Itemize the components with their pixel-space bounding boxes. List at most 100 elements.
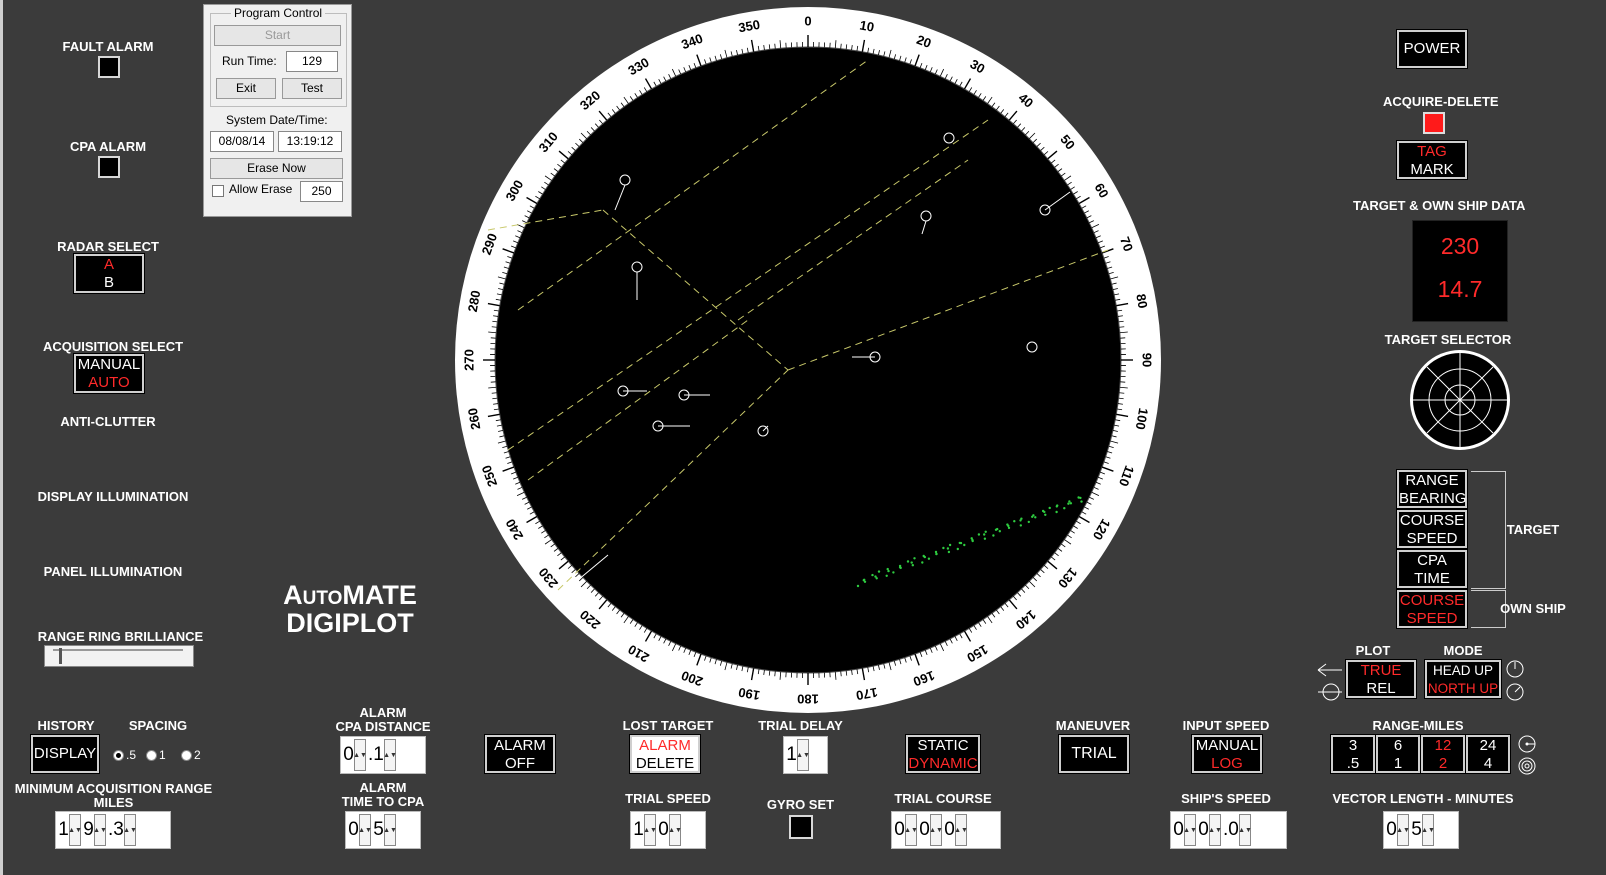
spin-arrows[interactable]: ▲▼ [796,739,810,771]
lost-target-button[interactable]: ALARM DELETE [630,735,700,773]
fault-alarm-label: FAULT ALARM [62,39,154,54]
trial-speed-stepper[interactable]: 1 ▲▼ 0 ▲▼ [630,811,706,849]
range-3-button[interactable]: 3 .5 [1331,735,1375,773]
vector-length-stepper[interactable]: 0 ▲▼ 5 ▲▼ [1383,811,1459,849]
input-speed-label: INPUT SPEED [1182,718,1270,733]
slider-track [53,649,183,651]
echo-dot [935,552,938,556]
target-selector-control[interactable] [1408,348,1512,452]
head-up-text: HEAD UP [1432,663,1493,678]
trial-course-stepper[interactable]: 0 ▲▼ 0 ▲▼ 0 ▲▼ [891,811,1001,849]
alarm-cpa-distance-stepper[interactable]: 0 ▲▼ . 1 ▲▼ [340,736,426,774]
echo-dot [1056,504,1059,507]
radar-scope[interactable]: 0 102030405060708090100110120130140150160… [443,5,1163,715]
spin-arrows[interactable]: ▲▼ [954,814,968,846]
spin-arrows[interactable]: ▲▼ [123,814,137,846]
range-12-button[interactable]: 12 2 [1421,735,1465,773]
echo-dot [958,541,961,545]
slider-thumb[interactable] [59,648,62,664]
erase-now-button[interactable]: Erase Now [210,158,343,179]
range-value: 24 [1479,737,1497,754]
data-value-2: 14.7 [1437,276,1483,302]
echo-dot [948,543,952,547]
power-button[interactable]: POWER [1397,30,1467,68]
dynamic-text: DYNAMIC [908,755,978,772]
course-text: COURSE [1399,512,1465,529]
date-field[interactable]: 08/08/14 [210,131,274,152]
spin-arrows[interactable]: ▲▼ [1396,814,1410,846]
exit-button[interactable]: Exit [216,78,276,99]
logo-line1: AutoMATE [283,580,417,610]
trial-delay-stepper[interactable]: 1 ▲▼ [783,736,828,774]
test-button[interactable]: Test [282,78,342,99]
spacing-label: SPACING [128,718,188,733]
echo-dot [998,530,1001,533]
radar-display [494,46,1122,674]
start-button[interactable]: Start [214,25,341,46]
echo-dot [1019,524,1022,527]
spin-arrows[interactable]: ▲▼ [93,814,107,846]
spin-arrows[interactable]: ▲▼ [904,814,918,846]
cpa-text: CPA [1417,552,1447,569]
alarm-time-cpa-stepper[interactable]: 0 ▲▼ 5 ▲▼ [345,811,421,849]
spin-arrows[interactable]: ▲▼ [68,814,82,846]
static-dynamic-button[interactable]: STATIC DYNAMIC [906,735,980,773]
trial-button[interactable]: TRIAL [1059,735,1129,773]
echo-dot [1031,515,1034,518]
spin-arrows[interactable]: ▲▼ [358,814,372,846]
range-6-button[interactable]: 6 1 [1376,735,1420,773]
spin-arrows[interactable]: ▲▼ [668,814,682,846]
spacing-2-label: 2 [194,748,201,762]
acquire-delete-indicator[interactable] [1423,112,1445,134]
spacing-option-2[interactable]: 2 [181,748,201,762]
spin-arrows[interactable]: ▲▼ [1208,814,1222,846]
gyro-set-button[interactable] [789,815,813,839]
spin-arrows[interactable]: ▲▼ [383,814,397,846]
spin-arrows[interactable]: ▲▼ [643,814,657,846]
target-group-label: TARGET [1506,522,1560,537]
spin-arrows[interactable]: ▲▼ [1183,814,1197,846]
time-field[interactable]: 13:19:12 [278,131,342,152]
spin-arrows[interactable]: ▲▼ [383,739,397,771]
echo-dot [922,554,925,558]
allow-erase-checkbox[interactable] [212,185,224,197]
own-course-speed-button[interactable]: COURSE SPEED [1397,590,1467,628]
data-value-1: 230 [1440,233,1480,259]
run-time-label: Run Time: [222,54,277,68]
echo-dot [956,547,959,551]
range-ring-brilliance-slider[interactable] [44,645,194,667]
plot-rel-text: REL [1366,680,1396,697]
input-manual-text: MANUAL [1195,737,1259,754]
spacing-option-1[interactable]: 1 [146,748,166,762]
course-speed-button[interactable]: COURSE SPEED [1397,510,1467,548]
acquisition-select-button[interactable]: MANUAL AUTO [74,354,144,393]
range-24-button[interactable]: 24 4 [1466,735,1510,773]
spin-arrows[interactable]: ▲▼ [1238,814,1252,846]
spacing-option-05[interactable]: .5 [113,748,136,762]
trial-course-label: TRIAL COURSE [894,791,992,806]
spin-arrows[interactable]: ▲▼ [1421,814,1435,846]
allow-erase-field[interactable]: 250 [300,181,343,202]
trial-delay-label: TRIAL DELAY [758,718,843,733]
run-time-field[interactable]: 129 [286,51,338,72]
range-value: 2 [1438,755,1448,772]
echo-dot [856,584,860,588]
input-speed-button[interactable]: MANUAL LOG [1192,735,1262,773]
echo-dot [910,561,913,564]
history-display-button[interactable]: DISPLAY [31,735,99,773]
echo-dot [1027,520,1030,524]
spin-arrows[interactable]: ▲▼ [353,739,367,771]
range-bearing-button[interactable]: RANGE BEARING [1397,470,1467,508]
min-acq-range-stepper[interactable]: 1 ▲▼ 9 ▲▼ . 3 ▲▼ [55,811,171,849]
ships-speed-stepper[interactable]: 0 ▲▼ 0 ▲▼ . 0 ▲▼ [1170,811,1287,849]
alarm-off-button[interactable]: ALARM OFF [485,735,555,773]
echo-dot [863,580,867,583]
mode-button[interactable]: HEAD UP NORTH UP [1425,660,1501,698]
range-value: .5 [1346,755,1360,772]
spin-arrows[interactable]: ▲▼ [929,814,943,846]
cpa-time-button[interactable]: CPA TIME [1397,550,1467,588]
radar-select-button[interactable]: A B [74,254,144,293]
plot-true-rel-button[interactable]: TRUE REL [1346,660,1416,698]
echo-dot [947,550,951,554]
tag-mark-button[interactable]: TAG MARK [1397,141,1467,179]
